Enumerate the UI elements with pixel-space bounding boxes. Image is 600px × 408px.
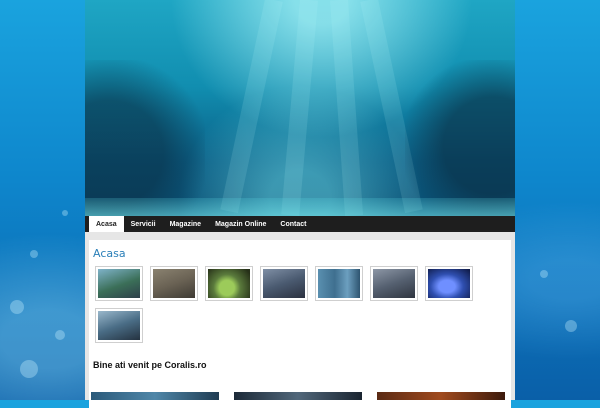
bubble-decoration	[30, 250, 38, 258]
bubble-decoration	[565, 320, 577, 332]
aquarium-photo-icon	[98, 269, 140, 298]
nav-item-acasa[interactable]: Acasa	[89, 216, 124, 232]
light-ray	[330, 0, 364, 216]
bubble-decoration	[540, 270, 548, 278]
shop-counter-photo-icon	[373, 269, 415, 298]
light-ray	[281, 0, 318, 216]
gallery-thumb[interactable]	[315, 266, 363, 301]
reef-silhouette	[405, 60, 515, 216]
seafloor	[85, 198, 515, 216]
bubble-decoration	[20, 360, 38, 378]
content-photo	[91, 392, 219, 400]
gallery-thumb[interactable]	[205, 266, 253, 301]
content-frame: Acasa Bine ati venit pe Coralis.ro	[85, 232, 515, 408]
content-photo	[234, 392, 362, 400]
gallery-thumb[interactable]	[425, 266, 473, 301]
header-banner	[85, 0, 515, 216]
aquarium-row-photo-icon	[318, 269, 360, 298]
nav-item-magazin-online[interactable]: Magazin Online	[208, 216, 273, 232]
nav-item-servicii[interactable]: Servicii	[124, 216, 163, 232]
bubble-decoration	[10, 300, 24, 314]
shop-interior-photo-icon	[263, 269, 305, 298]
main-nav: Acasa Servicii Magazine Magazin Online C…	[85, 216, 515, 232]
gallery-thumb[interactable]	[260, 266, 308, 301]
gallery-thumb[interactable]	[95, 308, 143, 343]
gallery-thumb[interactable]	[95, 266, 143, 301]
gallery-thumb[interactable]	[370, 266, 418, 301]
content-photo	[377, 392, 505, 400]
blue-coral-photo-icon	[428, 269, 470, 298]
reef-silhouette	[85, 60, 205, 216]
nav-item-contact[interactable]: Contact	[273, 216, 313, 232]
page-title: Acasa	[93, 247, 126, 260]
welcome-heading: Bine ati venit pe Coralis.ro	[93, 360, 207, 370]
bubble-decoration	[55, 330, 65, 340]
coral-tank-photo-icon	[208, 269, 250, 298]
light-ray	[220, 0, 283, 214]
nav-item-magazine[interactable]: Magazine	[163, 216, 209, 232]
bubble-decoration	[62, 210, 68, 216]
gallery-thumb[interactable]	[150, 266, 198, 301]
page-container: Acasa Servicii Magazine Magazin Online C…	[85, 0, 515, 408]
tank-display-photo-icon	[98, 311, 140, 340]
main-content: Acasa Bine ati venit pe Coralis.ro	[89, 240, 511, 408]
store-shelves-photo-icon	[153, 269, 195, 298]
